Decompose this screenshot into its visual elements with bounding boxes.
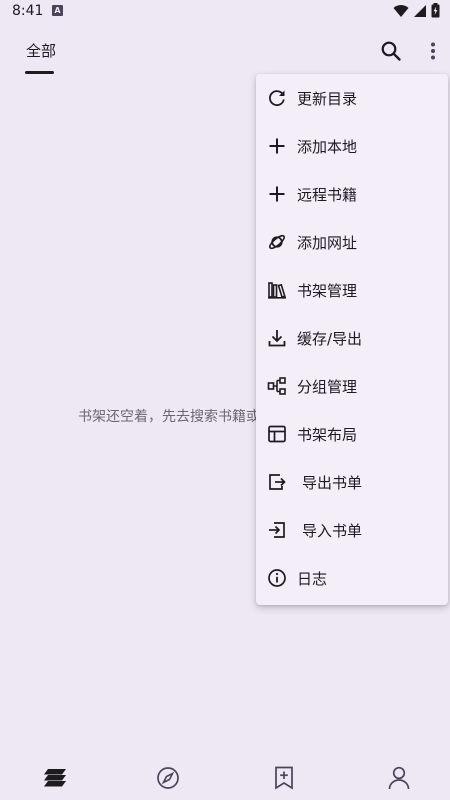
menu-item-add-url[interactable]: 添加网址: [256, 218, 448, 266]
signal-icon: [413, 4, 427, 18]
nav-rss[interactable]: [270, 764, 298, 792]
wifi-icon: [393, 4, 409, 18]
bookshelf-icon: [42, 768, 68, 788]
menu-item-label: 缓存/导出: [297, 329, 363, 348]
menu-item-cache-export[interactable]: 缓存/导出: [256, 314, 448, 362]
menu-item-label: 分组管理: [297, 377, 358, 396]
notification-icon: A: [52, 5, 63, 16]
more-vert-icon: [430, 42, 436, 60]
menu-item-label: 导出书单: [302, 473, 363, 492]
nav-bookshelf[interactable]: [41, 764, 69, 792]
person-icon: [388, 766, 410, 790]
search-button[interactable]: [375, 35, 407, 67]
empty-bookshelf-text: 书架还空着，先去搜索书籍或: [78, 409, 260, 425]
planet-icon: [267, 232, 287, 252]
status-time: 8:41: [12, 3, 44, 19]
nav-explore[interactable]: [154, 764, 182, 792]
menu-item-label: 远程书籍: [297, 185, 358, 204]
plus-icon: [267, 136, 287, 156]
layout-icon: [267, 424, 287, 444]
battery-icon: [431, 3, 440, 18]
menu-item-update-toc[interactable]: 更新目录: [256, 74, 448, 122]
import-icon: [267, 520, 287, 540]
overflow-menu: 更新目录 添加本地 远程书籍 添加网址 书架管理 缓存/导出 分组管理 书架布局…: [256, 74, 448, 605]
info-icon: [267, 568, 287, 588]
nav-my[interactable]: [385, 764, 413, 792]
menu-item-add-local[interactable]: 添加本地: [256, 122, 448, 170]
menu-item-log[interactable]: 日志: [256, 554, 448, 602]
menu-item-label: 导入书单: [302, 521, 363, 540]
bottom-navigation: [0, 752, 450, 800]
menu-item-group-manage[interactable]: 分组管理: [256, 362, 448, 410]
books-icon: [267, 280, 287, 300]
menu-item-label: 更新目录: [297, 89, 358, 108]
compass-icon: [156, 766, 180, 790]
plus-icon: [267, 184, 287, 204]
menu-item-label: 书架布局: [297, 425, 358, 444]
tab-all-label: 全部: [26, 42, 57, 60]
menu-item-bookshelf-manage[interactable]: 书架管理: [256, 266, 448, 314]
menu-item-remote-books[interactable]: 远程书籍: [256, 170, 448, 218]
menu-item-label: 日志: [297, 569, 328, 588]
group-icon: [267, 376, 287, 396]
menu-item-label: 书架管理: [297, 281, 358, 300]
search-icon: [380, 40, 402, 62]
menu-item-import-booklist[interactable]: 导入书单: [256, 506, 448, 554]
refresh-icon: [267, 88, 287, 108]
menu-item-bookshelf-layout[interactable]: 书架布局: [256, 410, 448, 458]
menu-item-label: 添加网址: [297, 233, 358, 252]
export-icon: [267, 472, 287, 492]
status-bar: 8:41 A: [0, 0, 450, 24]
menu-item-export-booklist[interactable]: 导出书单: [256, 458, 448, 506]
more-options-button[interactable]: [420, 35, 446, 67]
menu-item-label: 添加本地: [297, 137, 358, 156]
bookmark-plus-icon: [274, 766, 294, 790]
tab-indicator: [25, 71, 54, 74]
status-icons: [393, 3, 440, 18]
download-icon: [267, 328, 287, 348]
